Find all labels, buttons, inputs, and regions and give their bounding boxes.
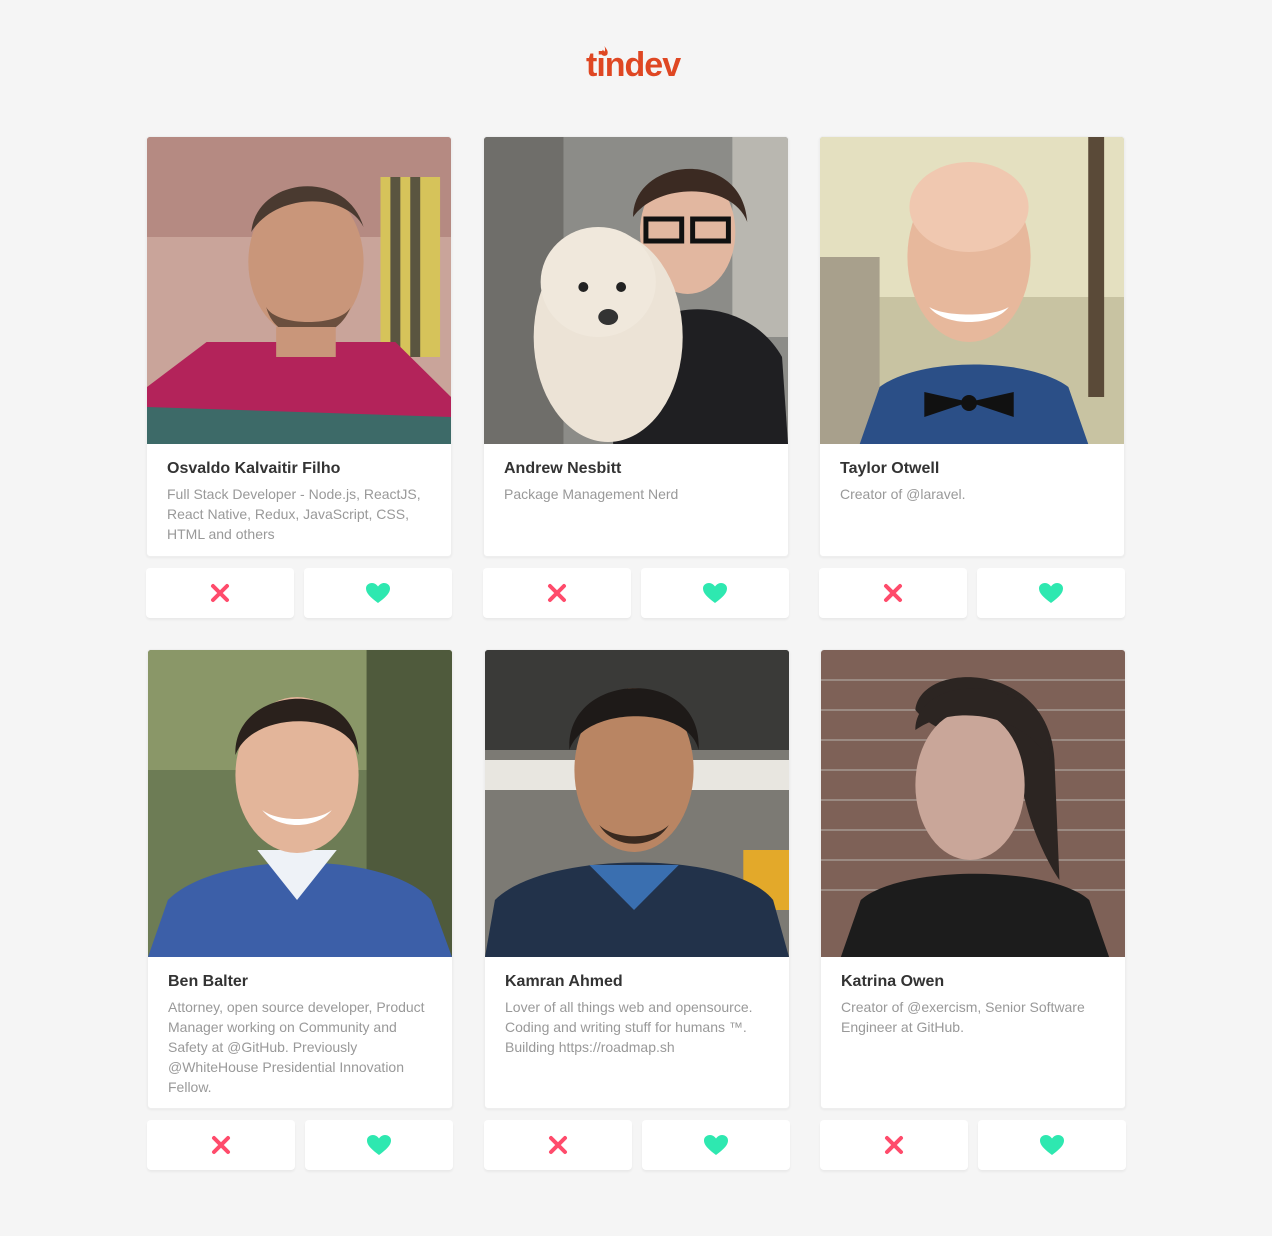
user-avatar (147, 137, 451, 444)
x-icon (549, 1136, 567, 1154)
user-info: Ben Balter Attorney, open source develop… (148, 957, 452, 1108)
user-name: Katrina Owen (841, 973, 945, 990)
x-icon (885, 1136, 903, 1154)
user-name: Osvaldo Kalvaitir Filho (167, 460, 341, 477)
user-info: Katrina Owen Creator of @exercism, Senio… (821, 957, 1125, 1051)
user-info: Taylor Otwell Creator of @laravel. (820, 444, 1124, 518)
user-avatar (148, 650, 452, 957)
user-card: Osvaldo Kalvaitir Filho Full Stack Devel… (146, 136, 452, 618)
user-name: Taylor Otwell (840, 460, 940, 477)
user-card-body: Ben Balter Attorney, open source develop… (147, 649, 453, 1109)
user-card-body: Katrina Owen Creator of @exercism, Senio… (820, 649, 1126, 1109)
user-name: Andrew Nesbitt (504, 460, 622, 477)
user-card: Andrew Nesbitt Package Management Nerd (483, 136, 789, 618)
heart-icon (703, 583, 727, 603)
like-button[interactable] (642, 1120, 790, 1170)
user-card-body: Osvaldo Kalvaitir Filho Full Stack Devel… (146, 136, 452, 557)
dislike-button[interactable] (146, 568, 294, 618)
user-name: Kamran Ahmed (505, 973, 623, 990)
like-button[interactable] (641, 568, 789, 618)
user-avatar (485, 650, 789, 957)
flame-icon (601, 46, 608, 56)
x-icon (884, 584, 902, 602)
action-buttons (146, 568, 452, 618)
heart-icon (366, 583, 390, 603)
heart-icon (1039, 583, 1063, 603)
like-button[interactable] (978, 1120, 1126, 1170)
user-bio: Creator of @exercism, Senior Software En… (841, 999, 1085, 1035)
user-avatar (821, 650, 1125, 957)
dislike-button[interactable] (147, 1120, 295, 1170)
x-icon (548, 584, 566, 602)
user-info: Osvaldo Kalvaitir Filho Full Stack Devel… (147, 444, 451, 556)
user-info: Kamran Ahmed Lover of all things web and… (485, 957, 789, 1071)
user-card: Kamran Ahmed Lover of all things web and… (484, 649, 790, 1170)
action-buttons (147, 1120, 453, 1170)
x-icon (211, 584, 229, 602)
action-buttons (483, 568, 789, 618)
user-card-body: Andrew Nesbitt Package Management Nerd (483, 136, 789, 557)
user-avatar (820, 137, 1124, 444)
user-card: Taylor Otwell Creator of @laravel. (819, 136, 1125, 618)
user-info: Andrew Nesbitt Package Management Nerd (484, 444, 788, 518)
heart-icon (367, 1135, 391, 1155)
tindev-main-page: tindev Osvaldo Kalvaitir Filho Full Stac… (0, 0, 1272, 1236)
heart-icon (1040, 1135, 1064, 1155)
like-button[interactable] (305, 1120, 453, 1170)
user-bio: Creator of @laravel. (840, 486, 966, 502)
action-buttons (484, 1120, 790, 1170)
action-buttons (820, 1120, 1126, 1170)
dislike-button[interactable] (484, 1120, 632, 1170)
user-name: Ben Balter (168, 973, 249, 990)
dislike-button[interactable] (819, 568, 967, 618)
heart-icon (704, 1135, 728, 1155)
user-bio: Package Management Nerd (504, 486, 679, 502)
like-button[interactable] (304, 568, 452, 618)
user-card-body: Taylor Otwell Creator of @laravel. (819, 136, 1125, 557)
user-bio: Attorney, open source developer, Product… (168, 999, 425, 1095)
tindev-logo: tindev (586, 44, 686, 86)
like-button[interactable] (977, 568, 1125, 618)
user-avatar (484, 137, 788, 444)
user-card: Ben Balter Attorney, open source develop… (147, 649, 453, 1170)
user-bio: Lover of all things web and opensource. … (505, 999, 753, 1055)
x-icon (212, 1136, 230, 1154)
dislike-button[interactable] (483, 568, 631, 618)
action-buttons (819, 568, 1125, 618)
user-bio: Full Stack Developer - Node.js, ReactJS,… (167, 486, 421, 542)
user-card-body: Kamran Ahmed Lover of all things web and… (484, 649, 790, 1109)
user-card: Katrina Owen Creator of @exercism, Senio… (820, 649, 1126, 1170)
dislike-button[interactable] (820, 1120, 968, 1170)
